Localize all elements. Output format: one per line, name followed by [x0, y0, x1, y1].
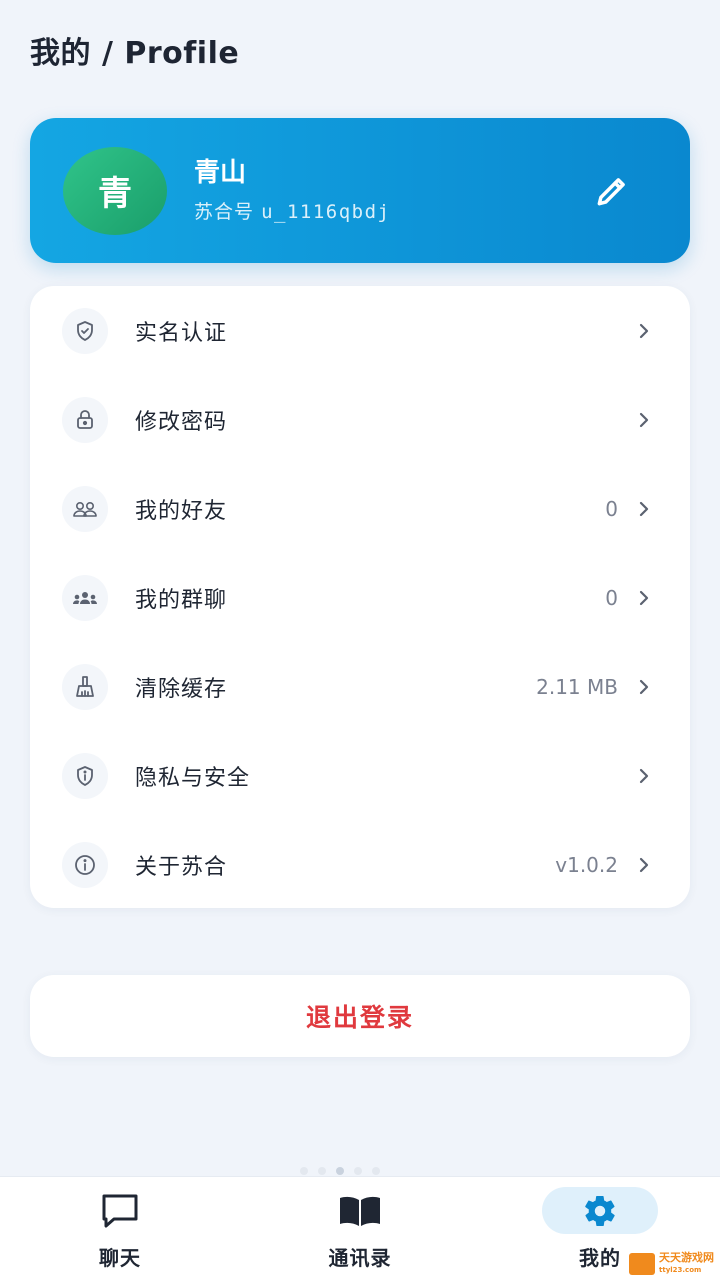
profile-info: 青山 苏合号 u_1116qbdj	[194, 157, 582, 224]
lock-icon	[62, 396, 108, 443]
page-dot	[300, 1167, 308, 1175]
menu-item-groups[interactable]: 我的群聊 0	[30, 553, 690, 642]
pencil-icon	[597, 177, 625, 205]
chevron-right-icon	[636, 677, 652, 697]
menu-item-label: 修改密码	[135, 409, 228, 435]
app-version: v1.0.2	[555, 852, 618, 877]
cache-size: 2.11 MB	[536, 674, 618, 699]
watermark-title: 天天游戏网	[659, 1251, 714, 1264]
groups-count: 0	[605, 585, 618, 610]
menu-item-clear-cache[interactable]: 清除缓存 2.11 MB	[30, 642, 690, 731]
book-icon	[340, 1196, 380, 1226]
page-dot-active	[336, 1167, 344, 1175]
profile-card[interactable]: 青 青山 苏合号 u_1116qbdj	[30, 118, 690, 263]
bottom-tab-bar: 聊天 通讯录 我的 天天游戏网 ttyl23.com	[0, 1167, 720, 1280]
watermark-text: 天天游戏网 ttyl23.com	[659, 1252, 714, 1276]
gear-icon	[585, 1195, 615, 1226]
menu-item-friends[interactable]: 我的好友 0	[30, 464, 690, 553]
tab-chat[interactable]: 聊天	[60, 1187, 180, 1271]
chevron-right-icon	[636, 499, 652, 519]
avatar-initial: 青	[98, 174, 132, 214]
chevron-right-icon	[636, 766, 652, 786]
chevron-right-icon	[636, 588, 652, 608]
menu-item-about[interactable]: 关于苏合 v1.0.2	[30, 820, 690, 909]
settings-menu: 实名认证 修改密码 我的好友 0 我的群聊 0 清除缓存 2.11 MB 隐私与…	[30, 286, 690, 908]
broom-icon	[62, 663, 108, 710]
tab-icon-container	[542, 1187, 658, 1234]
watermark: 天天游戏网 ttyl23.com	[629, 1252, 714, 1276]
friends-icon	[62, 485, 108, 532]
menu-item-label: 实名认证	[135, 320, 228, 346]
menu-item-label: 隐私与安全	[135, 765, 251, 791]
page-indicator	[300, 1167, 380, 1175]
menu-item-label: 我的群聊	[135, 587, 228, 613]
chat-icon	[102, 1194, 138, 1227]
info-icon	[62, 841, 108, 888]
group-icon	[62, 574, 108, 621]
watermark-sub: ttyl23.com	[659, 1266, 702, 1274]
profile-page: 我的 / Profile 青 青山 苏合号 u_1116qbdj 实名认证 修改…	[0, 0, 720, 1280]
shield-info-icon	[62, 752, 108, 799]
profile-id: 苏合号 u_1116qbdj	[194, 197, 582, 224]
tab-icon-container	[62, 1187, 178, 1234]
menu-item-change-password[interactable]: 修改密码	[30, 375, 690, 464]
tab-label: 我的	[579, 1246, 621, 1270]
tab-label: 通讯录	[328, 1246, 392, 1270]
edit-profile-button[interactable]	[582, 161, 642, 221]
menu-item-label: 我的好友	[135, 498, 228, 524]
shield-check-icon	[62, 307, 108, 354]
page-dot	[318, 1167, 326, 1175]
menu-item-real-name[interactable]: 实名认证	[30, 286, 690, 375]
page-dot	[372, 1167, 380, 1175]
tab-icon-container	[302, 1187, 418, 1234]
watermark-logo-icon	[629, 1253, 655, 1275]
friends-count: 0	[605, 496, 618, 521]
chevron-right-icon	[636, 321, 652, 341]
menu-item-label: 清除缓存	[135, 676, 228, 702]
page-title: 我的 / Profile	[30, 36, 240, 71]
page-dot	[354, 1167, 362, 1175]
profile-id-value: u_1116qbdj	[261, 201, 391, 223]
menu-item-label: 关于苏合	[135, 854, 228, 880]
chevron-right-icon	[636, 855, 652, 875]
profile-name: 青山	[194, 158, 247, 188]
logout-button[interactable]: 退出登录	[30, 975, 690, 1057]
profile-id-label: 苏合号	[194, 201, 255, 223]
avatar[interactable]: 青	[63, 146, 167, 235]
tab-label: 聊天	[99, 1246, 141, 1270]
menu-item-privacy[interactable]: 隐私与安全	[30, 731, 690, 820]
chevron-right-icon	[636, 410, 652, 430]
tab-contacts[interactable]: 通讯录	[300, 1187, 420, 1271]
